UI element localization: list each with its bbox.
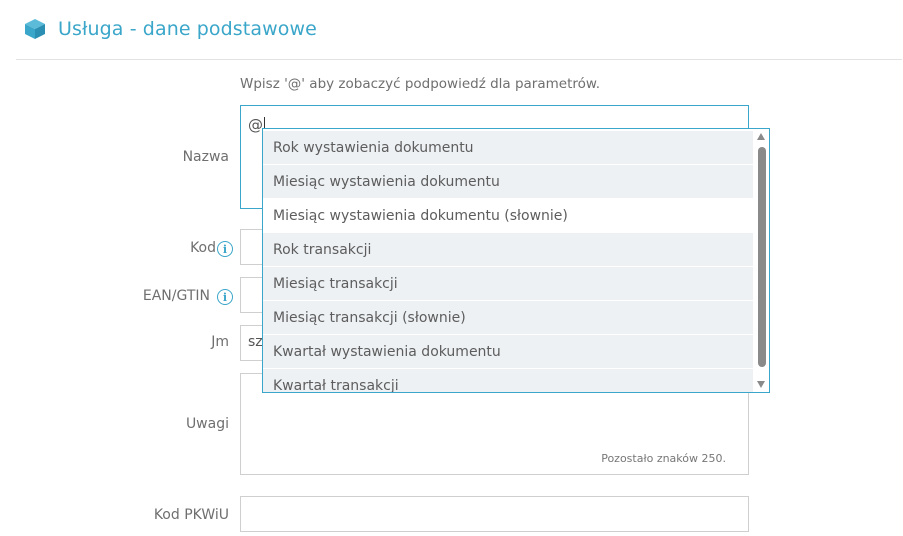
suggestion-item[interactable]: Miesiąc wystawienia dokumentu <box>263 165 753 199</box>
ean-info-icon[interactable]: i <box>217 289 233 305</box>
section-header: Usługa - dane podstawowe <box>24 14 317 44</box>
dropdown-scrollbar[interactable] <box>753 129 769 392</box>
scroll-down-arrow-icon[interactable] <box>757 381 765 388</box>
char-counter: Pozostało znaków 250. <box>601 452 726 465</box>
suggestion-item[interactable]: Rok transakcji <box>263 233 753 267</box>
parameter-hint: Wpisz '@' aby zobaczyć podpowiedź dla pa… <box>240 76 600 92</box>
kod-label: Kod <box>190 240 216 256</box>
jm-value: sz <box>248 334 263 350</box>
nazwa-label: Nazwa <box>182 149 229 165</box>
suggestion-item[interactable]: Rok wystawienia dokumentu <box>263 131 753 165</box>
uwagi-label: Uwagi <box>185 416 229 432</box>
jm-label: Jm <box>211 334 229 350</box>
suggestion-item[interactable]: Kwartał transakcji <box>263 369 753 392</box>
pkwiu-field[interactable] <box>240 496 749 532</box>
pkwiu-label: Kod PKWiU <box>153 507 229 523</box>
suggestion-item[interactable]: Miesiąc transakcji (słownie) <box>263 301 753 335</box>
suggestion-item[interactable]: Kwartał wystawienia dokumentu <box>263 335 753 369</box>
scroll-thumb[interactable] <box>758 147 766 367</box>
parameter-suggestions-dropdown[interactable]: Rok wystawienia dokumentu Miesiąc wystaw… <box>262 128 770 393</box>
page-title: Usługa - dane podstawowe <box>58 18 317 40</box>
kod-info-icon[interactable]: i <box>217 241 233 257</box>
scroll-up-arrow-icon[interactable] <box>757 133 765 140</box>
header-divider <box>16 59 902 60</box>
ean-label: EAN/GTIN <box>142 288 210 304</box>
suggestion-item[interactable]: Miesiąc transakcji <box>263 267 753 301</box>
cube-icon <box>25 19 45 39</box>
suggestion-item[interactable]: Miesiąc wystawienia dokumentu (słownie) <box>263 199 753 233</box>
